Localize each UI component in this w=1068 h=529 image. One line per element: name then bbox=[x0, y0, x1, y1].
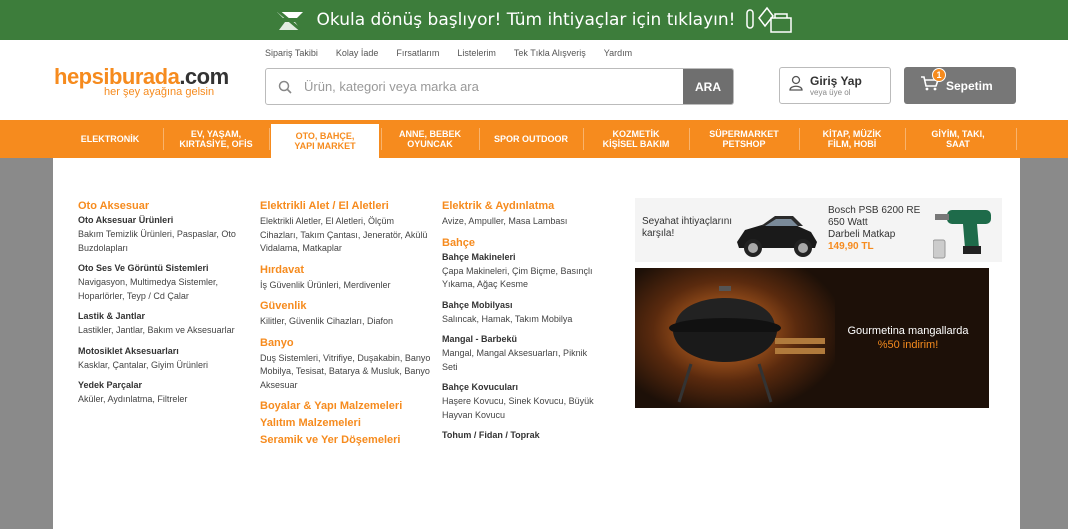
menu-heading[interactable]: Yedek Parçalar bbox=[78, 380, 238, 390]
menu-items[interactable]: Avize, Ampuller, Masa Lambası bbox=[442, 215, 602, 229]
banner-text[interactable]: Okula dönüş başlıyor! Tüm ihtiyaçlar içi… bbox=[317, 10, 736, 30]
top-links: Sipariş Takibi Kolay İade Fırsatlarım Li… bbox=[265, 48, 632, 58]
menu-heading[interactable]: Bahçe Mobilyası bbox=[442, 300, 602, 310]
search-input[interactable] bbox=[304, 69, 683, 104]
menu-title[interactable]: Seramik ve Yer Döşemeleri bbox=[260, 434, 432, 446]
menu-title-auto-accessories[interactable]: Oto Aksesuar bbox=[78, 200, 238, 212]
menu-heading[interactable]: Bahçe Kovucuları bbox=[442, 382, 602, 392]
logo-slogan: her şey ayağına gelsin bbox=[104, 86, 215, 98]
menu-heading[interactable]: Oto Ses Ve Görüntü Sistemleri bbox=[78, 263, 238, 273]
nav-sports[interactable]: SPOR OUTDOOR bbox=[480, 120, 582, 158]
promo-banner[interactable]: Okula dönüş başlıyor! Tüm ihtiyaçlar içi… bbox=[0, 0, 1068, 40]
menu-items[interactable]: Elektrikli Aletler, El Aletleri, Ölçüm C… bbox=[260, 215, 432, 256]
menu-items[interactable]: Lastikler, Jantlar, Bakım ve Aksesuarlar bbox=[78, 324, 238, 338]
menu-heading[interactable]: Motosiklet Aksesuarları bbox=[78, 346, 238, 356]
menu-title[interactable]: Hırdavat bbox=[260, 264, 432, 276]
menu-heading[interactable]: Tohum / Fidan / Toprak bbox=[442, 430, 602, 440]
nav-clothing[interactable]: GİYİM, TAKI, SAAT bbox=[906, 120, 1010, 158]
ad-travel-line1: Seyahat ihtiyaçlarını bbox=[642, 216, 733, 227]
menu-column-tools: Elektrikli Alet / El Aletleri Elektrikli… bbox=[260, 200, 432, 449]
grill-image bbox=[635, 268, 835, 408]
menu-items[interactable]: Haşere Kovucu, Sinek Kovucu, Büyük Hayva… bbox=[442, 395, 602, 422]
menu-title[interactable]: Boyalar & Yapı Malzemeleri bbox=[260, 400, 432, 412]
menu-column-garden: Elektrik & Aydınlatma Avize, Ampuller, M… bbox=[442, 200, 602, 443]
menu-heading[interactable]: Mangal - Barbekü bbox=[442, 334, 602, 344]
menu-heading[interactable]: Oto Aksesuar Ürünleri bbox=[78, 215, 238, 225]
cart-icon: 1 bbox=[920, 68, 946, 96]
ad-grill[interactable]: Gourmetina mangallarda %50 indirim! bbox=[635, 268, 989, 408]
login-button[interactable]: Giriş Yap veya üye ol bbox=[779, 67, 891, 104]
link-order-tracking[interactable]: Sipariş Takibi bbox=[265, 48, 318, 58]
nav-home-living[interactable]: EV, YAŞAM, KIRTASİYE, OFİS bbox=[164, 120, 268, 158]
menu-title[interactable]: Elektrikli Alet / El Aletleri bbox=[260, 200, 432, 212]
login-title: Giriş Yap bbox=[810, 74, 862, 88]
link-one-click[interactable]: Tek Tıkla Alışveriş bbox=[514, 48, 586, 58]
search-icon bbox=[266, 69, 304, 104]
site-logo[interactable]: hepsiburada.com her şey ayağına gelsin bbox=[54, 64, 229, 98]
ad-drill-price: 149,90 TL bbox=[828, 241, 874, 252]
link-easy-return[interactable]: Kolay İade bbox=[336, 48, 379, 58]
link-my-lists[interactable]: Listelerim bbox=[457, 48, 496, 58]
menu-column-auto: Oto Aksesuar Oto Aksesuar Ürünleri Bakım… bbox=[78, 200, 238, 407]
link-help[interactable]: Yardım bbox=[604, 48, 632, 58]
nav-baby-toys[interactable]: ANNE, BEBEK OYUNCAK bbox=[382, 120, 478, 158]
menu-items[interactable]: Salıncak, Hamak, Takım Mobilya bbox=[442, 313, 602, 327]
nav-auto-garden[interactable]: OTO, BAHÇE, YAPI MARKET bbox=[271, 124, 379, 158]
ad-drill-line1: Bosch PSB 6200 RE bbox=[828, 205, 921, 216]
menu-items[interactable]: Aküler, Aydınlatma, Filtreler bbox=[78, 393, 238, 407]
drill-image bbox=[933, 210, 991, 259]
ad-grill-line1: Gourmetina mangallarda bbox=[847, 325, 969, 337]
cart-label: Sepetim bbox=[946, 78, 993, 93]
menu-items[interactable]: Çapa Makineleri, Çim Biçme, Basınçlı Yık… bbox=[442, 265, 602, 292]
car-image bbox=[737, 216, 817, 257]
nav-cosmetics[interactable]: KOZMETİK KİŞİSEL BAKIM bbox=[584, 120, 688, 158]
nav-supermarket[interactable]: SÜPERMARKET PETSHOP bbox=[690, 120, 798, 158]
cart-button[interactable]: 1 Sepetim bbox=[904, 67, 1016, 104]
menu-title-garden[interactable]: Bahçe bbox=[442, 237, 602, 249]
search-bar: ARA bbox=[265, 68, 734, 105]
ad-travel[interactable]: Seyahat ihtiyaçlarını karşıla! bbox=[635, 198, 821, 262]
menu-items[interactable]: Mangal, Mangal Aksesuarları, Piknik Seti bbox=[442, 347, 602, 374]
login-subtitle: veya üye ol bbox=[810, 88, 851, 97]
menu-items[interactable]: Kasklar, Çantalar, Giyim Ürünleri bbox=[78, 359, 238, 373]
category-nav: ELEKTRONİK EV, YAŞAM, KIRTASİYE, OFİS OT… bbox=[0, 120, 1068, 158]
menu-heading[interactable]: Lastik & Jantlar bbox=[78, 311, 238, 321]
pencil-ruler-icon bbox=[275, 8, 304, 34]
ad-drill[interactable]: Bosch PSB 6200 RE 650 Watt Darbeli Matka… bbox=[821, 198, 1002, 262]
menu-items[interactable]: Kilitler, Güvenlik Cihazları, Diafon bbox=[260, 315, 432, 329]
nav-electronics[interactable]: ELEKTRONİK bbox=[58, 120, 162, 158]
link-my-deals[interactable]: Fırsatlarım bbox=[396, 48, 439, 58]
menu-items[interactable]: İş Güvenlik Ürünleri, Merdivenler bbox=[260, 279, 432, 293]
menu-title[interactable]: Yalıtım Malzemeleri bbox=[260, 417, 432, 429]
ad-travel-line2: karşıla! bbox=[642, 228, 675, 239]
menu-heading[interactable]: Bahçe Makineleri bbox=[442, 252, 602, 262]
cart-count-badge: 1 bbox=[932, 68, 946, 82]
menu-title[interactable]: Banyo bbox=[260, 337, 432, 349]
menu-items[interactable]: Navigasyon, Multimedya Sistemler, Hoparl… bbox=[78, 276, 238, 303]
ad-drill-line3: Darbeli Matkap bbox=[828, 229, 896, 240]
menu-title[interactable]: Elektrik & Aydınlatma bbox=[442, 200, 602, 212]
menu-items[interactable]: Duş Sistemleri, Vitrifiye, Duşakabin, Ba… bbox=[260, 352, 432, 393]
site-header: Sipariş Takibi Kolay İade Fırsatlarım Li… bbox=[0, 40, 1068, 120]
school-supplies-icon bbox=[746, 6, 793, 33]
menu-items[interactable]: Bakım Temizlik Ürünleri, Paspaslar, Oto … bbox=[78, 228, 238, 255]
nav-books-music[interactable]: KİTAP, MÜZİK FİLM, HOBİ bbox=[800, 120, 904, 158]
search-button[interactable]: ARA bbox=[683, 69, 733, 104]
user-icon bbox=[789, 75, 803, 96]
mega-menu-panel: Oto Aksesuar Oto Aksesuar Ürünleri Bakım… bbox=[53, 158, 1020, 529]
ad-grill-line2: %50 indirim! bbox=[877, 339, 939, 351]
ad-drill-line2: 650 Watt bbox=[828, 217, 868, 228]
menu-title[interactable]: Güvenlik bbox=[260, 300, 432, 312]
